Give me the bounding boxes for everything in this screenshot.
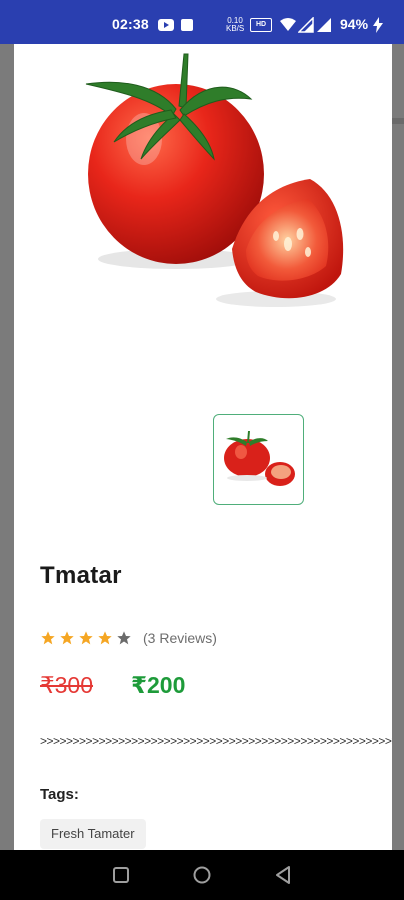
charging-icon [373,17,383,33]
original-price: ₹300 [40,672,94,698]
product-rating: (3 Reviews) [40,629,217,647]
tag-chip[interactable]: Fresh Tamater [40,819,146,849]
youtube-icon [158,19,174,31]
star-filled-icon [79,631,93,645]
status-bar: 02:38 0.10 KB/S HD 94% [0,0,404,44]
network-speed: 0.10 KB/S [226,16,245,33]
background-overlay [392,44,404,850]
recents-icon[interactable] [110,864,132,886]
product-title: Tmatar [40,562,122,589]
sale-price: ₹200 [131,672,186,698]
product-sheet: Tmatar (3 Reviews) ₹300 ₹200 >>>>>>>>>>>… [14,44,392,850]
system-nav-bar [0,850,404,900]
wifi-icon [280,18,296,31]
review-count[interactable]: (3 Reviews) [143,630,217,646]
product-thumbnail[interactable] [213,414,304,505]
home-icon[interactable] [191,864,213,886]
tags-label: Tags: [40,786,79,803]
signal-icon [298,17,314,33]
tomato-thumbnail-image [224,431,295,486]
back-icon[interactable] [273,864,295,886]
hd-icon: HD [250,18,272,32]
product-image [85,53,344,307]
status-time: 02:38 [112,16,149,32]
section-divider: >>>>>>>>>>>>>>>>>>>>>>>>>>>>>>>>>>>>>>>>… [40,734,392,748]
star-filled-icon [60,631,74,645]
battery-level: 94% [340,16,369,32]
star-filled-icon [41,631,55,645]
signal-icon [317,18,331,32]
star-empty-icon [117,631,131,645]
gallery-icon [181,19,193,31]
star-filled-icon [98,631,112,645]
